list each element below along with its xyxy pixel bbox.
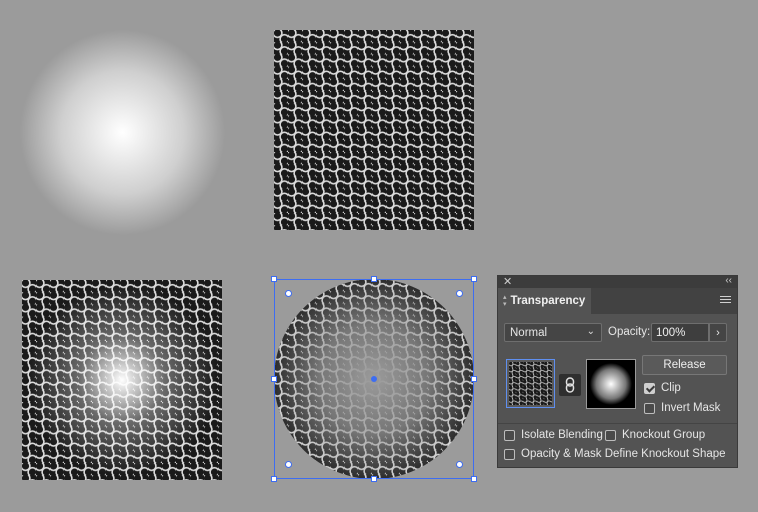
pattern-with-gradient-square[interactable] [22, 280, 222, 480]
clip-checkbox[interactable]: Clip [644, 382, 681, 394]
corner-radius-widget-tl[interactable] [285, 290, 292, 297]
tab-expand-icon[interactable]: ▴ ▾ [503, 294, 507, 308]
mask-thumbnail-image [589, 362, 633, 406]
isolate-blending-label: Isolate Blending [521, 429, 603, 441]
close-icon[interactable]: ✕ [503, 275, 512, 288]
handle-top-right[interactable] [471, 276, 477, 282]
corner-radius-widget-br[interactable] [456, 461, 463, 468]
knockout-group-label: Knockout Group [622, 429, 706, 441]
panel-tab-bar: ▴ ▾ Transparency [498, 288, 737, 314]
collapse-icon[interactable]: ‹‹ [725, 275, 732, 286]
opacity-label: Opacity: [608, 326, 651, 338]
artwork-thumbnail[interactable] [506, 359, 555, 408]
tab-label: Transparency [510, 295, 586, 307]
corner-radius-widget-bl[interactable] [285, 461, 292, 468]
handle-bottom-right[interactable] [471, 476, 477, 482]
clip-checkbox-box[interactable] [644, 382, 655, 394]
isolate-blending-checkbox[interactable]: Isolate Blending [504, 429, 603, 441]
invert-mask-label: Invert Mask [661, 402, 721, 414]
knockout-group-checkbox[interactable]: Knockout Group [605, 429, 705, 441]
knockout-group-checkbox-box[interactable] [605, 429, 616, 441]
center-point[interactable] [371, 376, 377, 382]
handle-middle-right[interactable] [471, 376, 477, 382]
chevron-right-icon[interactable]: › [709, 323, 727, 342]
invert-mask-checkbox-box[interactable] [644, 402, 655, 414]
isolate-blending-checkbox-box[interactable] [504, 429, 515, 441]
handle-bottom-left[interactable] [271, 476, 277, 482]
chain-link-icon[interactable] [559, 374, 581, 396]
opacity-mask-knockout-checkbox[interactable]: Opacity & Mask Define Knockout Shape [504, 448, 726, 460]
clip-label: Clip [661, 382, 681, 394]
chevron-down-icon: ⌄ [586, 326, 595, 337]
dot-pattern-square[interactable] [274, 30, 474, 230]
handle-top-middle[interactable] [371, 276, 377, 282]
opacity-mask-knockout-label: Opacity & Mask Define Knockout Shape [521, 448, 726, 460]
opacity-input[interactable]: 100% [651, 323, 709, 342]
opacity-mask-thumbnail[interactable] [586, 359, 636, 409]
artwork-thumbnail-image [509, 362, 552, 405]
release-button[interactable]: Release [642, 355, 727, 375]
corner-radius-widget-tr[interactable] [456, 290, 463, 297]
opacity-mask-knockout-checkbox-box[interactable] [504, 448, 515, 460]
hamburger-menu-icon[interactable] [720, 296, 731, 305]
opacity-value: 100% [656, 326, 686, 339]
radial-gradient-circle[interactable] [20, 30, 225, 235]
handle-middle-left[interactable] [271, 376, 277, 382]
blend-mode-value: Normal [510, 326, 548, 339]
divider [498, 423, 737, 424]
panel-title-bar[interactable] [498, 276, 737, 288]
handle-bottom-middle[interactable] [371, 476, 377, 482]
invert-mask-checkbox[interactable]: Invert Mask [644, 402, 720, 414]
tab-transparency[interactable]: ▴ ▾ Transparency [498, 288, 591, 314]
blend-mode-select[interactable]: Normal ⌄ [504, 323, 602, 342]
transparency-panel: ✕ ‹‹ ▴ ▾ Transparency Normal ⌄ Opacity: 1… [497, 275, 738, 468]
handle-top-left[interactable] [271, 276, 277, 282]
